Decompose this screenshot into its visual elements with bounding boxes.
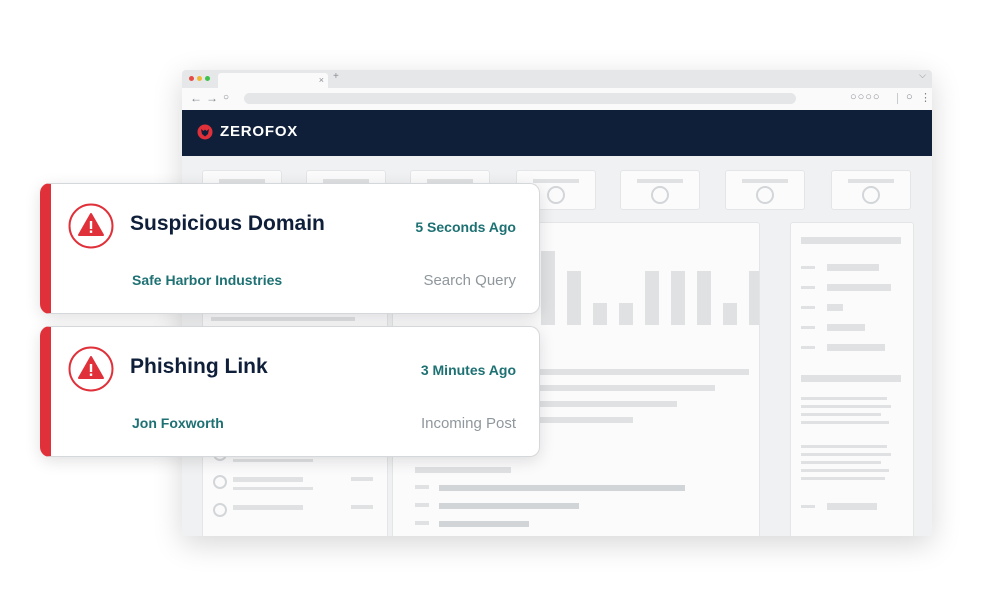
brand-wordmark: ZEROFOX bbox=[220, 123, 299, 140]
alert-source: Search Query bbox=[423, 272, 516, 289]
url-field[interactable] bbox=[244, 93, 796, 104]
alert-timestamp: 5 Seconds Ago bbox=[415, 219, 516, 235]
stat-card bbox=[620, 170, 700, 210]
right-panel bbox=[790, 222, 914, 536]
alert-source: Incoming Post bbox=[420, 415, 516, 432]
chart-bar bbox=[697, 271, 711, 325]
alert-target[interactable]: Safe Harbor Industries bbox=[132, 272, 282, 288]
forward-arrow-icon[interactable]: → bbox=[206, 91, 218, 105]
stat-card bbox=[725, 170, 805, 210]
chart-bar bbox=[671, 271, 685, 325]
profile-icon[interactable]: ○ bbox=[906, 91, 913, 103]
extensions-icon[interactable]: ○○○○ bbox=[850, 91, 881, 103]
chart-bar bbox=[541, 251, 555, 325]
chevron-down-icon[interactable]: ⌵ bbox=[919, 70, 926, 81]
window-close-dot[interactable] bbox=[189, 76, 194, 81]
warning-triangle-icon bbox=[68, 203, 114, 249]
alert-timestamp: 3 Minutes Ago bbox=[420, 362, 516, 378]
chart-bar bbox=[619, 303, 633, 325]
address-bar: ← → ○ ○○○○ ○ ⋮ bbox=[182, 88, 932, 111]
alert-card-phishing-link[interactable]: Phishing Link 3 Minutes Ago Jon Foxworth… bbox=[40, 326, 540, 457]
chart-bar bbox=[645, 271, 659, 325]
chart-bar bbox=[593, 303, 607, 325]
fox-logo-icon bbox=[197, 124, 213, 140]
menu-icon[interactable]: ⋮ bbox=[920, 91, 931, 104]
chart-bar bbox=[749, 271, 759, 325]
toolbar-divider bbox=[897, 93, 898, 104]
tab-close-icon[interactable]: × bbox=[319, 73, 324, 88]
back-arrow-icon[interactable]: ← bbox=[190, 91, 202, 105]
alert-title: Phishing Link bbox=[130, 355, 268, 378]
window-maximize-dot[interactable] bbox=[205, 76, 210, 81]
chart-bar bbox=[723, 303, 737, 325]
reload-icon[interactable]: ○ bbox=[223, 92, 229, 103]
window-minimize-dot[interactable] bbox=[197, 76, 202, 81]
app-header: ZEROFOX bbox=[182, 110, 932, 156]
new-tab-icon[interactable]: + bbox=[333, 71, 339, 82]
browser-tab[interactable]: × bbox=[218, 73, 328, 88]
chart-bar bbox=[567, 271, 581, 325]
alert-card-suspicious-domain[interactable]: Suspicious Domain 5 Seconds Ago Safe Har… bbox=[40, 183, 540, 314]
tab-bar: × + ⌵ bbox=[182, 70, 932, 88]
alert-target[interactable]: Jon Foxworth bbox=[132, 415, 224, 431]
warning-triangle-icon bbox=[68, 346, 114, 392]
alert-title: Suspicious Domain bbox=[130, 212, 325, 235]
stat-card bbox=[831, 170, 911, 210]
